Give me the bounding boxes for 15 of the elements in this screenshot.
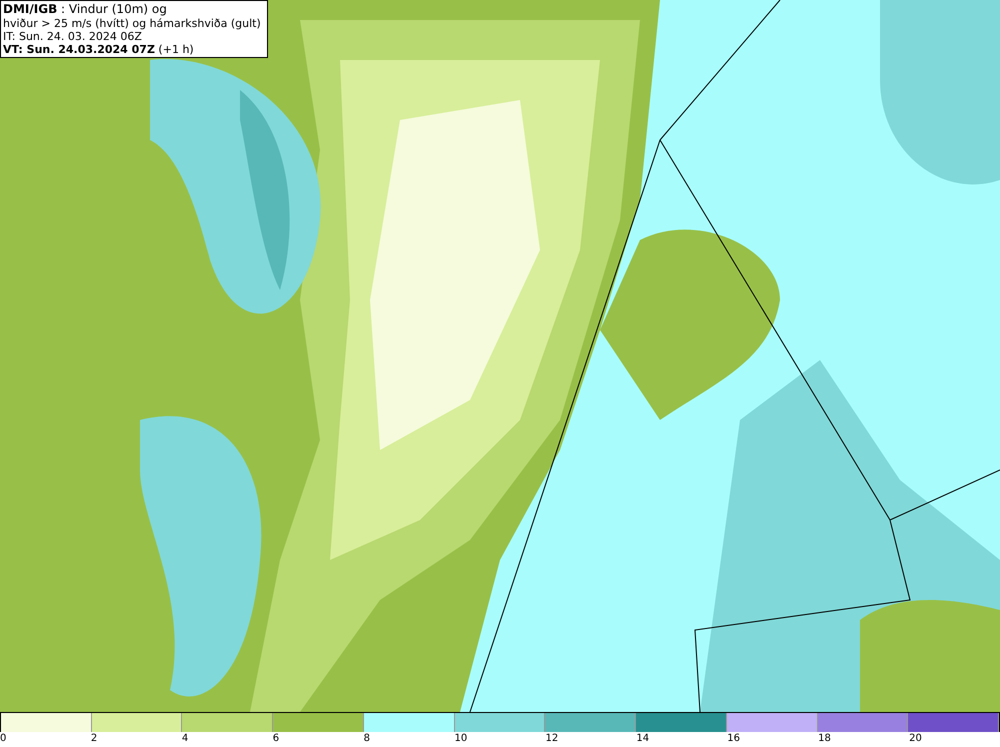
tick-label: 4 — [182, 732, 188, 746]
tick-label: 14 — [636, 732, 650, 746]
tick-label: 18 — [818, 732, 831, 746]
tick-label: 6 — [272, 732, 280, 746]
tick-label: 20 — [909, 732, 922, 746]
legend-text: DMI/IGB : Vindur (10m) og — [3, 2, 168, 17]
tick-label: 10 — [454, 732, 468, 746]
legend-text: IT: Sun. 24. 03. 2024 06Z — [3, 30, 143, 43]
tick-label: 12 — [545, 732, 558, 746]
legend-text: hviður > 25 m/s (hvítt) og hámarkshviða (gult) — [3, 17, 261, 30]
tick-label: 8 — [364, 732, 370, 746]
tick-label: 0 — [0, 732, 6, 746]
tick-label: 2 — [90, 732, 98, 746]
tick-label: 16 — [727, 732, 740, 746]
legend-text: VT: Sun. 24.03.2024 07Z (+1 h) — [3, 43, 195, 56]
